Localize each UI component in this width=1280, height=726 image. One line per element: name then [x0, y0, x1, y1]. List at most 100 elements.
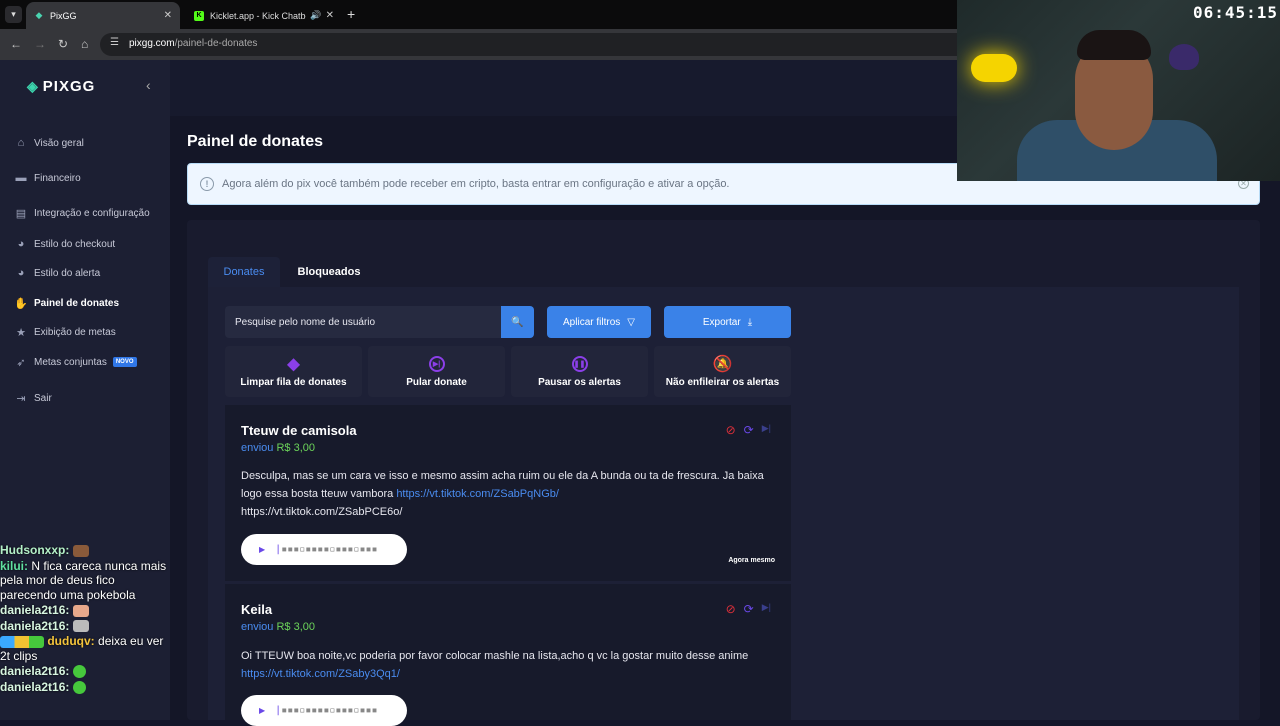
donation-message: Oi TTEUW boa noite,vc poderia por favor … — [241, 650, 749, 680]
page-title: Painel de donates — [187, 133, 324, 150]
new-tab-icon[interactable]: + — [347, 6, 355, 22]
close-tab-icon[interactable]: ✕ — [326, 10, 334, 21]
emote-icon — [72, 604, 89, 617]
skip-icon: ▶| — [428, 356, 445, 372]
apply-filters-button[interactable]: Aplicar filtros ▽ — [547, 306, 651, 338]
donation-link[interactable]: https://vt.tiktok.com/ZSabPqNGb/ — [396, 488, 559, 500]
chat-message: kilui: N fica careca nunca mais pela mor… — [0, 558, 167, 602]
pixgg-logo-icon: ◈ — [27, 78, 39, 94]
url-text: pixgg.com/painel-de-donates — [129, 38, 258, 49]
audio-player[interactable]: ▶ |▪▪▪▫▪▪▪▪▫▪▪▪▫▪▪▪ — [241, 695, 407, 726]
new-badge: NOVO — [112, 357, 137, 367]
sidebar-item-financeiro[interactable]: ▬ Financeiro — [14, 171, 81, 185]
document-icon: ▤ — [15, 207, 27, 220]
sidebar-item-metas-conjuntas[interactable]: ➶ Metas conjuntas NOVO — [14, 355, 137, 369]
waveform: |▪▪▪▫▪▪▪▪▫▪▪▪▫▪▪▪ — [275, 544, 378, 555]
skip-donate-button[interactable]: ▶| Pular donate — [368, 346, 505, 397]
download-icon: ⤓ — [747, 316, 753, 328]
donor-name: Tteuw de camisola — [241, 423, 357, 438]
browser-tab-pixgg[interactable]: ◆ PixGG ✕ — [26, 2, 180, 29]
bell-off-icon: 🔕 — [712, 356, 733, 373]
donation-amount: enviou R$ 3,00 — [241, 621, 316, 633]
clear-queue-button[interactable]: ◆ Limpar fila de donates — [225, 346, 362, 397]
skip-icon[interactable]: ▶| — [762, 423, 771, 437]
tab-title: Kicklet.app - Kick Chatbot a — [210, 10, 306, 21]
sidebar-item-exibicao-metas[interactable]: ★ Exibição de metas — [14, 325, 116, 339]
search-input[interactable]: Pesquise pelo nome de usuário — [225, 306, 501, 338]
hand-coin-icon: ✋ — [14, 297, 28, 310]
donation-card: Tteuw de camisola ⊘ ⟳ ▶| enviou R$ 3,00 … — [225, 405, 791, 581]
search-button[interactable]: 🔍 — [501, 306, 534, 338]
webcam-overlay — [957, 0, 1280, 181]
waveform: |▪▪▪▫▪▪▪▪▫▪▪▪▫▪▪▪ — [275, 705, 378, 716]
donation-actions: ⊘ ⟳ ▶| — [726, 423, 771, 437]
replay-icon[interactable]: ⟳ — [744, 602, 754, 616]
chat-badges-icon — [0, 635, 44, 648]
sidebar-item-visao-geral[interactable]: ⌂ Visão geral — [14, 136, 84, 150]
pause-alerts-button[interactable]: ❚❚ Pausar os alertas — [511, 346, 648, 397]
block-icon[interactable]: ⊘ — [726, 602, 736, 616]
tab-donates[interactable]: Donates — [208, 257, 280, 287]
sidebar-item-estilo-alerta[interactable]: ◕ Estilo do alerta — [14, 266, 100, 280]
home-icon: ⌂ — [17, 137, 25, 149]
chat-message: daniela2t16: — [0, 680, 170, 695]
back-icon[interactable]: ← — [10, 37, 22, 51]
stream-clock: 06:45:15 — [1193, 3, 1279, 22]
eraser-icon: ◆ — [287, 356, 300, 373]
browser-tab-kicklet[interactable]: K Kicklet.app - Kick Chatbot a 🔊 ✕ — [186, 2, 342, 29]
sidebar-item-integracao[interactable]: ▤ Integração e configuração — [14, 206, 150, 220]
info-icon: ! — [200, 177, 214, 191]
sidebar-item-painel-donates[interactable]: ✋ Painel de donates — [14, 296, 119, 310]
donation-amount: enviou R$ 3,00 — [241, 442, 316, 454]
heart-decor-image — [1169, 44, 1199, 70]
pixgg-logo[interactable]: ◈ PIXGG — [27, 78, 95, 95]
play-icon[interactable]: ▶ — [259, 706, 265, 715]
chat-message: Hudsonxxp: — [0, 543, 170, 558]
tab-title: PixGG — [50, 10, 77, 21]
palette-icon: ◕ — [17, 238, 25, 250]
reload-icon[interactable]: ↻ — [58, 37, 68, 51]
play-icon[interactable]: ▶ — [259, 545, 265, 554]
donation-time: Agora mesmo — [728, 557, 775, 564]
donation-card: Keila ⊘ ⟳ ▶| enviou R$ 3,00 Oi TTEUW boa… — [225, 584, 791, 726]
sidebar-item-estilo-checkout[interactable]: ◕ Estilo do checkout — [14, 237, 116, 251]
emote-icon — [72, 620, 89, 633]
search-icon: 🔍 — [511, 316, 524, 328]
chat-message: duduqv: deixa eu ver 2t clips — [0, 634, 164, 663]
site-settings-icon[interactable]: ☰ — [110, 37, 119, 48]
filter-icon: ▽ — [627, 316, 635, 328]
forward-icon[interactable]: → — [34, 37, 46, 51]
rocket-icon: ➶ — [16, 356, 26, 369]
block-icon[interactable]: ⊘ — [726, 423, 736, 437]
tab-search-icon[interactable]: ▾ — [5, 6, 22, 23]
skip-icon[interactable]: ▶| — [762, 602, 771, 616]
kick-favicon-icon: K — [194, 10, 204, 21]
tab-bloqueados[interactable]: Bloqueados — [290, 257, 368, 287]
sidebar-item-sair[interactable]: ⇥ Sair — [14, 391, 51, 405]
lamp-image — [971, 54, 1017, 82]
star-icon: ★ — [16, 326, 26, 339]
streamer-hair — [1077, 30, 1151, 60]
donor-name: Keila — [241, 602, 273, 617]
alert-text: Agora além do pix você também pode receb… — [222, 178, 730, 190]
chat-message: daniela2t16: — [0, 619, 170, 634]
pause-icon: ❚❚ — [571, 356, 588, 372]
collapse-sidebar-icon[interactable]: ‹ — [146, 77, 151, 93]
chat-message: daniela2t16: — [0, 603, 170, 618]
pixgg-favicon-icon: ◆ — [35, 10, 43, 20]
home-icon[interactable]: ⌂ — [81, 37, 88, 51]
close-tab-icon[interactable]: ✕ — [164, 10, 172, 21]
replay-icon[interactable]: ⟳ — [744, 423, 754, 437]
no-queue-alerts-button[interactable]: 🔕 Não enfileirar os alertas — [654, 346, 791, 397]
chat-message: daniela2t16: — [0, 664, 170, 679]
palette-icon: ◕ — [17, 267, 25, 279]
emote-icon — [72, 680, 86, 694]
logout-icon: ⇥ — [16, 392, 26, 405]
export-button[interactable]: Exportar ⤓ — [664, 306, 791, 338]
emote-icon — [72, 665, 86, 679]
wallet-icon: ▬ — [15, 172, 27, 184]
donation-link[interactable]: https://vt.tiktok.com/ZSaby3Qq1/ — [241, 668, 400, 680]
emote-icon — [72, 544, 89, 557]
audio-player[interactable]: ▶ |▪▪▪▫▪▪▪▪▫▪▪▪▫▪▪▪ — [241, 534, 407, 565]
speaker-icon[interactable]: 🔊 — [310, 10, 321, 21]
